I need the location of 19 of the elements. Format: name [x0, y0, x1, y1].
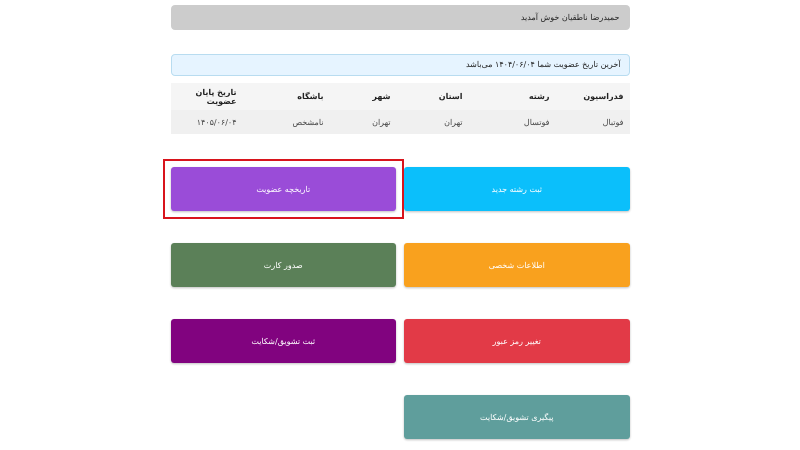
menu-button[interactable]: تاریخچه عضویت: [170, 167, 396, 211]
table-cell: تهران: [396, 110, 468, 134]
column-header: شهر: [330, 83, 396, 110]
table-cell: فوتسال: [468, 110, 556, 134]
welcome-banner: حمیدرضا ناطقیان خوش آمدید: [170, 5, 630, 30]
menu-button[interactable]: صدور کارت: [170, 243, 396, 287]
membership-alert: آخرین تاریخ عضویت شما ۱۴۰۴/۰۶/۰۴ می‌باشد: [170, 54, 630, 76]
table-cell: نامشخص: [242, 110, 330, 134]
column-header: رشته: [468, 83, 556, 110]
table-cell: ۱۴۰۵/۰۶/۰۴: [170, 110, 242, 134]
column-header: باشگاه: [242, 83, 330, 110]
column-header: استان: [396, 83, 468, 110]
table-cell: تهران: [330, 110, 396, 134]
column-header: فدراسیون: [556, 83, 630, 110]
table-cell: فوتبال: [556, 110, 630, 134]
menu-button[interactable]: ثبت تشویق/شکایت: [170, 319, 396, 363]
menu-button[interactable]: پیگیری تشویق/شکایت: [404, 395, 630, 439]
menu-button[interactable]: تغییر رمز عبور: [404, 319, 630, 363]
column-header: تاریخ پایان عضویت: [170, 83, 242, 110]
